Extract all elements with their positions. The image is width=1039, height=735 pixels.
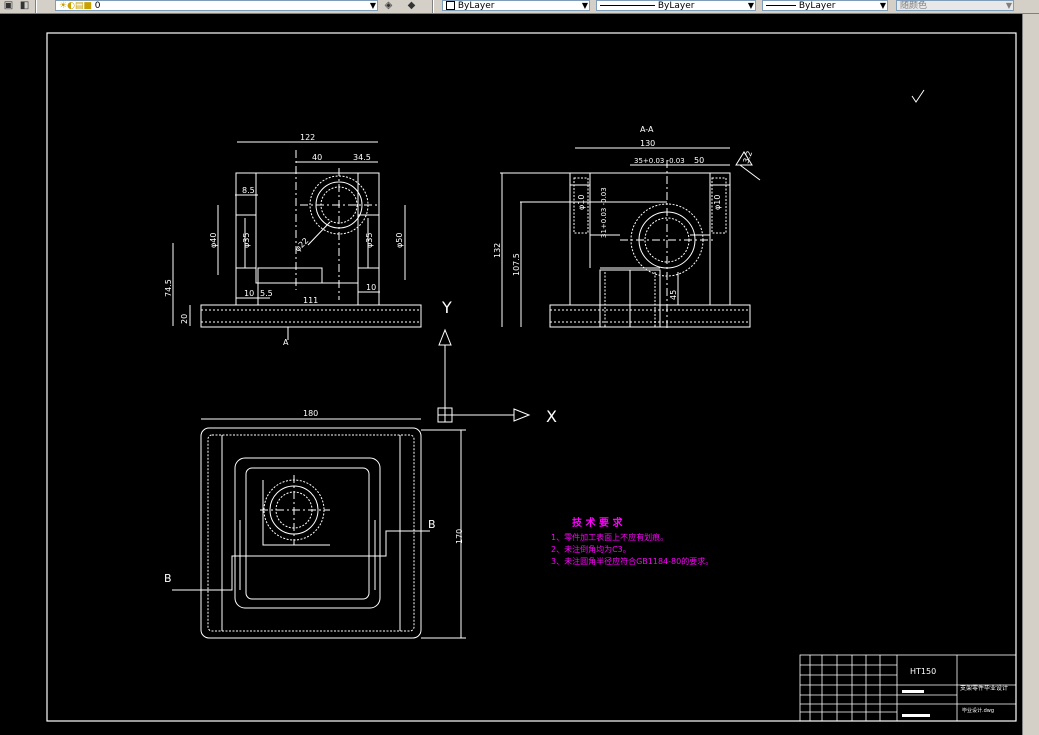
front-dim-7: φ35 [365, 233, 374, 248]
front-dim-11: 10 [244, 289, 254, 298]
front-dim-9: 74.5 [164, 279, 173, 297]
toolbar-separator [432, 0, 434, 13]
chevron-down-icon: ▼ [1005, 1, 1012, 10]
layer-icons: ☀◐▤■ [59, 1, 95, 11]
section-dim-6: φ10 [713, 195, 722, 210]
section-dim-0: 130 [640, 139, 655, 148]
front-dim-1: 40 [312, 153, 322, 162]
front-dim-13: 111 [303, 296, 318, 305]
front-dim-4: φ40 [209, 233, 218, 248]
lineweight-sample [766, 5, 796, 6]
layer-manager-icon[interactable]: ▣ [2, 0, 15, 12]
tech-req-item-1: 1、零件加工表面上不应有划痕。 [551, 532, 668, 542]
front-dim-0: 122 [300, 133, 315, 142]
color-value: ByLayer [457, 1, 495, 11]
color-dropdown[interactable]: ByLayer ▼ [442, 0, 590, 11]
axis-y-label: Y [441, 298, 452, 317]
title-material: HT150 [910, 667, 936, 676]
front-dim-14: 10 [366, 283, 376, 292]
chevron-down-icon: ▼ [747, 1, 754, 10]
lineweight-value: ByLayer [798, 1, 836, 11]
chevron-down-icon: ▼ [879, 1, 886, 10]
tech-req-title: 技 术 要 求 [572, 516, 623, 529]
color-swatch [446, 1, 455, 10]
front-dim-10: 20 [180, 314, 189, 324]
layer-dropdown[interactable]: ☀◐▤■ 0 ▼ [55, 0, 378, 11]
layer-value: 0 [94, 1, 101, 11]
cut-label-b-left: B [164, 572, 172, 585]
section-dim-2: 50 [694, 156, 704, 165]
section-dim-4: φ10 [577, 195, 586, 210]
layer-states-icon[interactable]: ◧ [18, 0, 31, 12]
linetype-sample [600, 5, 655, 6]
linetype-dropdown[interactable]: ByLayer ▼ [596, 0, 756, 11]
front-dim-12: 5.5 [260, 289, 273, 298]
front-dim-8: φ50 [395, 233, 404, 248]
cut-label-b-right: B [428, 518, 436, 531]
plotstyle-dropdown[interactable]: 随颜色 ▼ [896, 0, 1014, 11]
drawing-canvas[interactable]: 122 40 34.5 8.5 φ40 φ35 φ22 φ35 φ50 74.5… [0, 14, 1022, 735]
section-dim-9: 45 [669, 290, 678, 300]
title-part-name: 支架零件毕业设计 [960, 684, 1008, 692]
tech-req-item-3: 3、未注圆角半径应符合GB1184-80的要求。 [551, 556, 713, 566]
tech-req-item-2: 2、未注倒角均为C3。 [551, 544, 631, 554]
front-dim-2: 34.5 [353, 153, 371, 162]
toolbar-separator [35, 0, 37, 13]
lineweight-dropdown[interactable]: ByLayer ▼ [762, 0, 888, 11]
vertical-scrollbar[interactable] [1022, 14, 1039, 735]
section-dim-1: 35+0.03 -0.03 [634, 157, 685, 165]
section-dim-7: 132 [493, 243, 502, 258]
section-dim-5: 31+0.03 -0.03 [600, 187, 608, 238]
make-current-layer-icon[interactable]: ◈ [382, 0, 395, 12]
chevron-down-icon: ▼ [581, 1, 588, 10]
front-dim-3: 8.5 [242, 186, 255, 195]
section-dim-8: 107.5 [512, 253, 521, 276]
cut-label-a: A [283, 338, 289, 347]
properties-toolbar: ▣ ◧ ☀◐▤■ 0 ▼ ◈ ◆ ByLayer ▼ ByLayer ▼ ByL… [0, 0, 1039, 14]
plan-dim-1: 170 [455, 529, 464, 544]
layer-previous-icon[interactable]: ◆ [405, 0, 418, 12]
plan-dim-0: 180 [303, 409, 318, 418]
section-title: A-A [640, 125, 654, 134]
plotstyle-value: 随颜色 [900, 1, 928, 11]
front-dim-5: φ35 [242, 233, 251, 248]
linetype-value: ByLayer [657, 1, 695, 11]
axis-x-label: X [546, 407, 557, 426]
chevron-down-icon: ▼ [369, 1, 376, 10]
title-company: 毕业设计.dwg [962, 707, 994, 714]
